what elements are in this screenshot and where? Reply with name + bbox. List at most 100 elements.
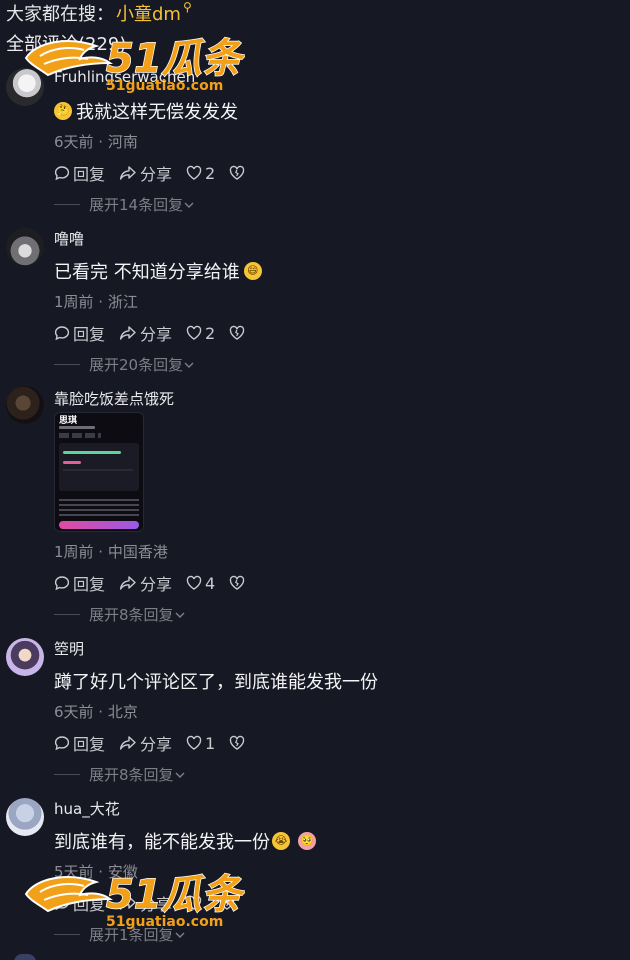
like-button[interactable] (186, 895, 205, 911)
avatar[interactable] (6, 68, 44, 106)
reply-icon (54, 326, 70, 341)
broken-heart-icon (229, 165, 245, 180)
reply-label: 回复 (73, 895, 106, 914)
share-button[interactable]: 分享 (119, 321, 172, 345)
like-button[interactable]: 4 (186, 574, 215, 593)
image-paragraph (59, 499, 139, 517)
avatar[interactable] (6, 386, 44, 424)
share-label: 分享 (140, 575, 173, 594)
like-count: 4 (205, 573, 216, 593)
avatar[interactable] (6, 228, 44, 266)
share-label: 分享 (140, 735, 173, 754)
share-icon (119, 326, 136, 340)
like-count: 2 (205, 323, 216, 343)
share-button[interactable]: 分享 (119, 571, 172, 595)
share-button[interactable]: 分享 (119, 731, 172, 755)
reply-button[interactable]: 回复 (54, 161, 105, 185)
avatar[interactable] (6, 638, 44, 676)
comment-meta: 6天前 · 北京 (54, 703, 138, 721)
expand-replies-button[interactable]: 展开14条回复 (54, 194, 195, 215)
comment-meta: 1周前 · 中国香港 (54, 543, 168, 561)
reply-label: 回复 (73, 575, 106, 594)
comment-username[interactable]: 箜明 (54, 638, 84, 659)
avatar[interactable] (6, 798, 44, 836)
comment-text-content: 到底谁有，能不能发我一份 (54, 832, 270, 853)
comment-username[interactable]: 噜噜 (54, 228, 84, 249)
crying-emoji-icon: 😭 (272, 832, 290, 850)
expand-label: 展开14条回复 (89, 196, 184, 214)
comment-username[interactable]: hua_大花 (54, 798, 120, 819)
share-label: 分享 (140, 325, 173, 344)
comment-meta: 6天前 · 河南 (54, 133, 138, 151)
dislike-button[interactable] (229, 325, 248, 341)
comment-text: 已看完 不知道分享给谁 😄 (54, 258, 266, 284)
dislike-button[interactable] (229, 575, 248, 591)
search-suggestion-bar[interactable]: 大家都在搜： 小童dm ⚲ (6, 0, 192, 26)
heart-icon (186, 575, 202, 590)
like-count: 2 (205, 163, 216, 183)
heart-icon (186, 165, 202, 180)
avatar[interactable] (14, 954, 36, 960)
like-count: 1 (205, 733, 216, 753)
pleading-emoji-icon: 🥺 (298, 832, 316, 850)
share-label: 分享 (140, 895, 173, 914)
comment-meta: 5天前 · 安徽 (54, 863, 138, 881)
reply-icon (54, 896, 70, 911)
comment-actions: 回复 分享 1 (54, 731, 262, 755)
share-button[interactable]: 分享 (119, 161, 172, 185)
broken-heart-icon (219, 895, 235, 910)
reply-button[interactable]: 回复 (54, 731, 105, 755)
image-subline (59, 426, 95, 429)
comment-username[interactable]: 靠脸吃饭差点饿死 (54, 388, 174, 409)
image-chips (59, 433, 101, 438)
dislike-button[interactable] (219, 895, 238, 911)
expand-label: 展开1条回复 (89, 926, 174, 944)
like-button[interactable]: 2 (186, 324, 215, 343)
heart-icon (186, 735, 202, 750)
share-icon (119, 736, 136, 750)
dislike-button[interactable] (229, 165, 248, 181)
share-icon (119, 576, 136, 590)
comment-text: 到底谁有，能不能发我一份 😭 🥺 (54, 828, 316, 854)
reply-label: 回复 (73, 325, 106, 344)
comment-username[interactable]: Fruhlingserwachen (54, 68, 195, 86)
reply-icon (54, 166, 70, 181)
image-button (59, 521, 139, 529)
search-icon: ⚲ (182, 0, 192, 14)
comment-text: 🤔 我就这样无偿发发发 (54, 98, 238, 124)
search-prefix: 大家都在搜： (6, 4, 114, 25)
expand-label: 展开8条回复 (89, 606, 174, 624)
like-button[interactable]: 1 (186, 734, 215, 753)
expand-label: 展开20条回复 (89, 356, 184, 374)
share-button[interactable]: 分享 (119, 891, 172, 915)
reply-button[interactable]: 回复 (54, 321, 105, 345)
broken-heart-icon (229, 735, 245, 750)
like-button[interactable]: 2 (186, 164, 215, 183)
expand-replies-button[interactable]: 展开20条回复 (54, 354, 195, 375)
grinning-emoji-icon: 😄 (243, 262, 262, 280)
expand-replies-button[interactable]: 展开1条回复 (54, 924, 186, 945)
share-icon (119, 896, 136, 910)
comment-text-content: 已看完 不知道分享给谁 (54, 262, 240, 283)
expand-replies-button[interactable]: 展开8条回复 (54, 764, 186, 785)
reply-icon (54, 736, 70, 751)
divider-line (54, 364, 80, 365)
heart-icon (186, 895, 202, 910)
broken-heart-icon (229, 325, 245, 340)
comment-actions: 回复 分享 2 (54, 321, 262, 345)
chevron-down-icon (175, 932, 185, 938)
expand-replies-button[interactable]: 展开8条回复 (54, 604, 186, 625)
divider-line (54, 614, 80, 615)
heart-icon (186, 325, 202, 340)
comment-actions: 回复 分享 2 (54, 161, 262, 185)
comment-text: 蹲了好几个评论区了，到底谁能发我一份 (54, 668, 378, 694)
divider-line (54, 934, 80, 935)
chevron-down-icon (184, 362, 194, 368)
comment-image-thumbnail[interactable]: 思琪 (54, 412, 144, 532)
reply-button[interactable]: 回复 (54, 571, 105, 595)
share-icon (119, 166, 136, 180)
search-keyword-link[interactable]: 小童dm (116, 0, 181, 26)
dislike-button[interactable] (229, 735, 248, 751)
reply-icon (54, 576, 70, 591)
reply-button[interactable]: 回复 (54, 891, 105, 915)
